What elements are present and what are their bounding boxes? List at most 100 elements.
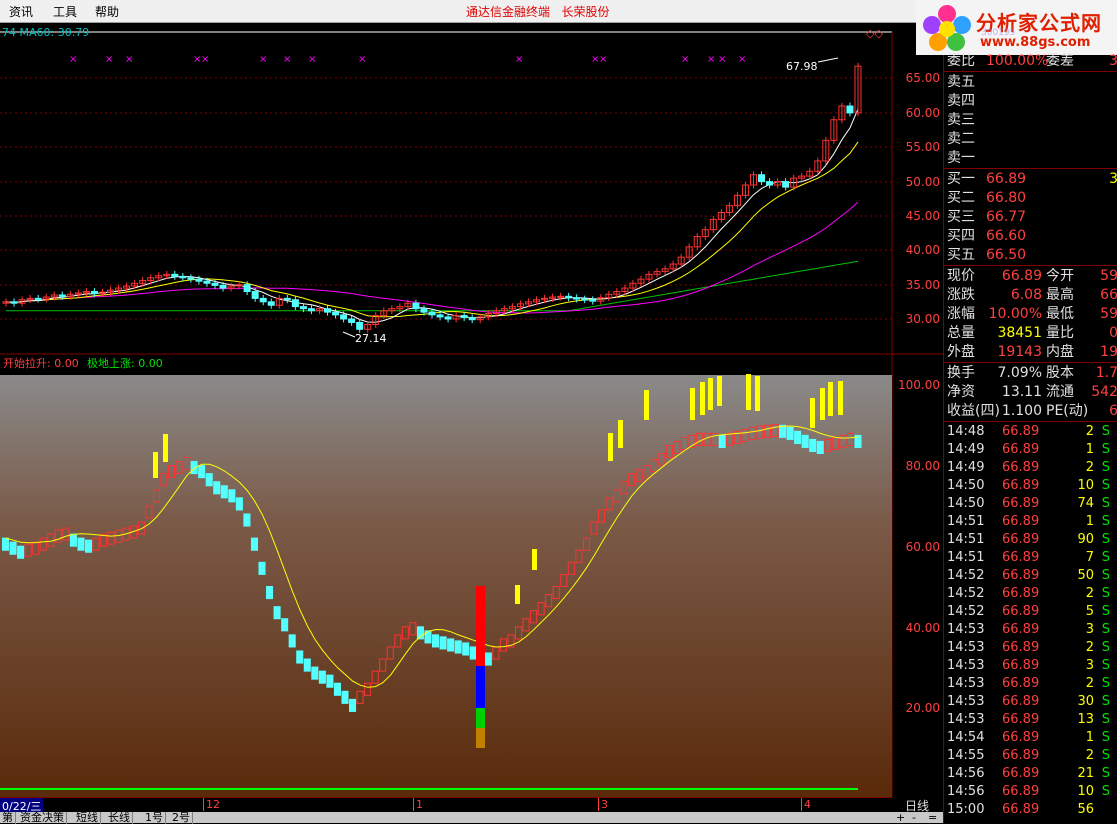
site-logo: 分析家公式网 www.88gs.com 300195 <box>916 0 1117 55</box>
sub-bar <box>220 485 228 499</box>
candle-body <box>581 298 589 301</box>
tick-row: 14:49 66.89 2 S <box>947 460 1110 475</box>
ma30-line <box>5 201 859 314</box>
sub-bar <box>794 430 802 444</box>
sub-bar <box>77 537 85 551</box>
x-marker: × <box>69 54 77 65</box>
tick-row: 14:49 66.89 1 S <box>947 442 1110 457</box>
reset-button[interactable]: = <box>928 811 937 824</box>
quote-panel: 委比 100.00% 委差 3 卖五 卖四 卖三 卖二 卖一 买一 66.89 3 买二 66.… <box>943 53 1117 823</box>
candle-body <box>436 314 444 318</box>
yellow-bar <box>153 452 158 478</box>
sub-bar <box>213 481 221 495</box>
candle-body <box>589 299 597 302</box>
sub-bar <box>69 533 77 547</box>
signal-column-red <box>476 586 485 666</box>
candle-body <box>187 277 195 280</box>
tab-no2[interactable]: 2号 <box>170 812 193 824</box>
sub-bar <box>258 561 266 575</box>
sub-bar <box>326 674 334 688</box>
stock-name: 长荣股份 <box>561 5 610 19</box>
sub-bar <box>281 618 289 632</box>
tab-short[interactable]: 短线 <box>74 812 101 824</box>
sub-tick: 40.00 <box>906 621 940 635</box>
sub-bar <box>809 438 817 452</box>
sub-bar <box>349 698 357 712</box>
tab-long[interactable]: 长线 <box>106 812 133 824</box>
tick-row: 14:52 66.89 50 S <box>947 568 1110 583</box>
sub-bar <box>333 682 341 696</box>
sub-bar <box>718 434 726 448</box>
tick-row: 14:55 66.89 2 S <box>947 748 1110 763</box>
candle-body <box>283 297 291 301</box>
sub-bar <box>273 606 281 620</box>
yellow-bar <box>700 382 705 415</box>
window-toggle-icon[interactable]: ◇◇ <box>866 27 883 40</box>
sub-bar <box>816 440 824 455</box>
candle-body <box>340 314 348 320</box>
price-tick: 40.00 <box>906 243 940 257</box>
candle-body <box>468 317 476 321</box>
stat-row: 涨跌 6.08 最高 66 <box>947 287 1117 303</box>
month-label: 12 <box>203 798 220 811</box>
kline-chart[interactable]: 74 MA60: 30.79 ◇◇ 65.00 60.00 55.00 50.0… <box>0 23 943 797</box>
candle-body <box>573 297 581 300</box>
tick-row: 14:53 66.89 13 S <box>947 712 1110 727</box>
price-tick: 35.00 <box>906 278 940 292</box>
tick-row: 14:53 66.89 2 S <box>947 640 1110 655</box>
candle-body <box>348 318 356 323</box>
sub-bar <box>439 636 447 650</box>
sub-bar <box>454 640 462 654</box>
sell-row-5: 卖五 <box>947 74 975 90</box>
menu-item-help[interactable]: 帮助 <box>95 3 119 20</box>
sub-bar <box>303 658 311 672</box>
yellow-bar <box>820 388 825 420</box>
x-marker: × <box>125 54 133 65</box>
buy-row-4: 买四 66.60 <box>947 228 1027 244</box>
signal-column-green <box>476 708 485 728</box>
stat2-row: 收益(四) 1.100 PE(动) 6 <box>947 403 1117 419</box>
candle-body <box>766 181 774 186</box>
tab-fund[interactable]: 资金决策 <box>18 812 67 824</box>
sell-row-4: 卖四 <box>947 93 975 109</box>
x-marker: × <box>515 54 523 65</box>
candle-body <box>782 181 790 188</box>
stat2-row: 净资 13.11 流通 542 <box>947 384 1117 400</box>
sub-bar <box>17 545 25 559</box>
candle-body <box>58 294 66 297</box>
zoom-in-button[interactable]: + <box>896 811 905 824</box>
sub-bar <box>447 638 455 652</box>
tick-row: 14:51 66.89 90 S <box>947 532 1110 547</box>
zoom-out-button[interactable]: - <box>912 811 916 824</box>
buy-row-3: 买三 66.77 <box>947 209 1027 225</box>
tab-no1[interactable]: 1号 <box>143 812 166 824</box>
sub-bar <box>341 690 349 704</box>
sub-bar <box>9 541 17 555</box>
sell-row-2: 卖二 <box>947 131 975 147</box>
buy-row-5: 买五 66.50 <box>947 247 1027 263</box>
candle-body <box>444 316 452 320</box>
tick-row: 14:52 66.89 5 S <box>947 604 1110 619</box>
tick-row: 14:48 66.89 2 S <box>947 424 1110 439</box>
chart-area[interactable]: 74 MA60: 30.79 ◇◇ 65.00 60.00 55.00 50.0… <box>0 23 943 797</box>
yellow-bar <box>644 390 649 420</box>
x-marker: × <box>718 54 726 65</box>
tick-row: 14:56 66.89 10 S <box>947 784 1110 799</box>
candle-body <box>428 311 436 316</box>
sell-row-1: 卖一 <box>947 150 975 166</box>
yellow-bar <box>717 376 722 406</box>
menu-item-news[interactable]: 资讯 <box>9 3 33 20</box>
candle-body <box>195 278 203 282</box>
x-marker: × <box>681 54 689 65</box>
menu-item-tools[interactable]: 工具 <box>53 3 77 20</box>
sub-bar <box>296 650 304 664</box>
candle-body <box>251 291 259 299</box>
x-marker: × <box>599 54 607 65</box>
month-label: 1 <box>413 798 423 811</box>
yellow-bar <box>608 433 613 461</box>
yellow-bar <box>163 434 168 462</box>
candle-body <box>557 295 565 298</box>
candle-body <box>758 174 766 183</box>
tab-first[interactable]: 第 <box>0 812 16 824</box>
sub-tick: 100.00 <box>898 378 940 392</box>
